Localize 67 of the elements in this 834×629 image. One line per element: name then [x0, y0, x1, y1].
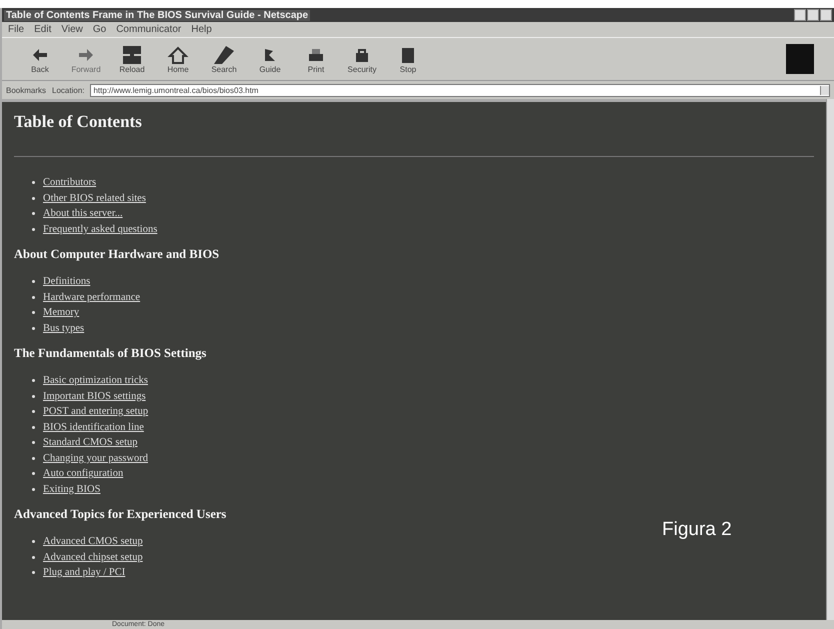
bullet-icon [32, 212, 35, 216]
toc-link[interactable]: Changing your password [43, 452, 148, 464]
menu-item[interactable]: Help [191, 24, 212, 35]
menu-item[interactable]: View [61, 24, 83, 35]
menu-item[interactable]: Communicator [116, 24, 182, 35]
toc-link[interactable]: Definitions [43, 276, 90, 288]
toc-link[interactable]: Memory [43, 307, 80, 318]
location-label: Location: [52, 86, 84, 94]
section-heading: Advanced Topics for Experienced Users [14, 507, 228, 522]
toc-link[interactable]: Advanced CMOS setup [43, 536, 143, 548]
bullet-icon [32, 296, 35, 299]
menu-item[interactable]: Edit [34, 24, 52, 35]
bullet-icon [32, 571, 35, 574]
bookmarks-button[interactable]: Bookmarks [6, 86, 46, 94]
close-button[interactable] [820, 9, 832, 21]
bullet-icon [32, 228, 35, 231]
toc-link[interactable]: Plug and play / PCI [43, 567, 126, 578]
toolbar-button[interactable]: Guide [252, 44, 288, 74]
bullet-icon [32, 426, 35, 429]
toc-link[interactable]: Basic optimization tricks [43, 375, 148, 386]
toolbar-button[interactable]: Search [206, 44, 242, 74]
minimize-button[interactable] [794, 9, 806, 21]
menu-item[interactable]: Go [92, 24, 106, 35]
toc-link[interactable]: Important BIOS settings [43, 390, 146, 402]
window-title: Table of Contents Frame in The BIOS Survival Guide - Netscape [4, 10, 310, 20]
section-heading: About Computer Hardware and BIOS [14, 247, 220, 262]
toolbar-button[interactable]: Stop [390, 44, 426, 74]
toolbar-button[interactable]: Back [22, 44, 58, 74]
maximize-button[interactable] [807, 9, 819, 21]
toolbar-button[interactable]: Security [344, 44, 380, 74]
scrollbar[interactable] [826, 99, 834, 620]
toc-link[interactable]: Auto configuration [43, 468, 124, 480]
page-title: Table of Contents [14, 112, 143, 132]
bullet-icon [32, 556, 35, 559]
toc-link[interactable]: Bus types [43, 322, 84, 334]
section-heading: The Fundamentals of BIOS Settings [14, 346, 208, 361]
bullet-icon [32, 326, 35, 330]
menu-item[interactable]: File [8, 24, 24, 35]
bullet-icon [32, 311, 35, 314]
address-field[interactable]: http://www.lemig.umontreal.ca/bios/bios03.htm [90, 84, 830, 96]
bullet-icon [32, 379, 35, 382]
bullet-icon [32, 540, 35, 544]
figure-caption: Figura 2 [662, 519, 732, 541]
toolbar-button[interactable]: Home [160, 44, 196, 74]
toc-link[interactable]: BIOS identification line [43, 422, 144, 433]
toc-link[interactable]: POST and entering setup [43, 406, 148, 418]
toolbar-button[interactable]: Reload [114, 44, 150, 74]
bullet-icon [32, 181, 35, 184]
toc-link[interactable]: Exiting BIOS [43, 484, 100, 495]
toc-link[interactable]: About this server... [43, 208, 123, 220]
bullet-icon [32, 410, 35, 414]
bullet-icon [32, 456, 35, 460]
bullet-icon [32, 488, 35, 491]
toolbar-button[interactable]: Print [298, 44, 334, 74]
toc-link[interactable]: Frequently asked questions [43, 224, 158, 235]
bullet-icon [32, 394, 35, 398]
toc-link[interactable]: Hardware performance [43, 292, 140, 303]
bullet-icon [32, 280, 35, 284]
toc-link[interactable]: Contributors [43, 177, 96, 188]
toc-link[interactable]: Standard CMOS setup [43, 437, 138, 448]
toc-link[interactable]: Other BIOS related sites [43, 192, 146, 204]
bullet-icon [32, 441, 35, 444]
home-icon [167, 44, 189, 64]
bullet-icon [32, 196, 35, 200]
dropdown-button[interactable] [820, 86, 829, 94]
toc-link[interactable]: Advanced chipset setup [43, 552, 143, 563]
bullet-icon [32, 472, 35, 476]
